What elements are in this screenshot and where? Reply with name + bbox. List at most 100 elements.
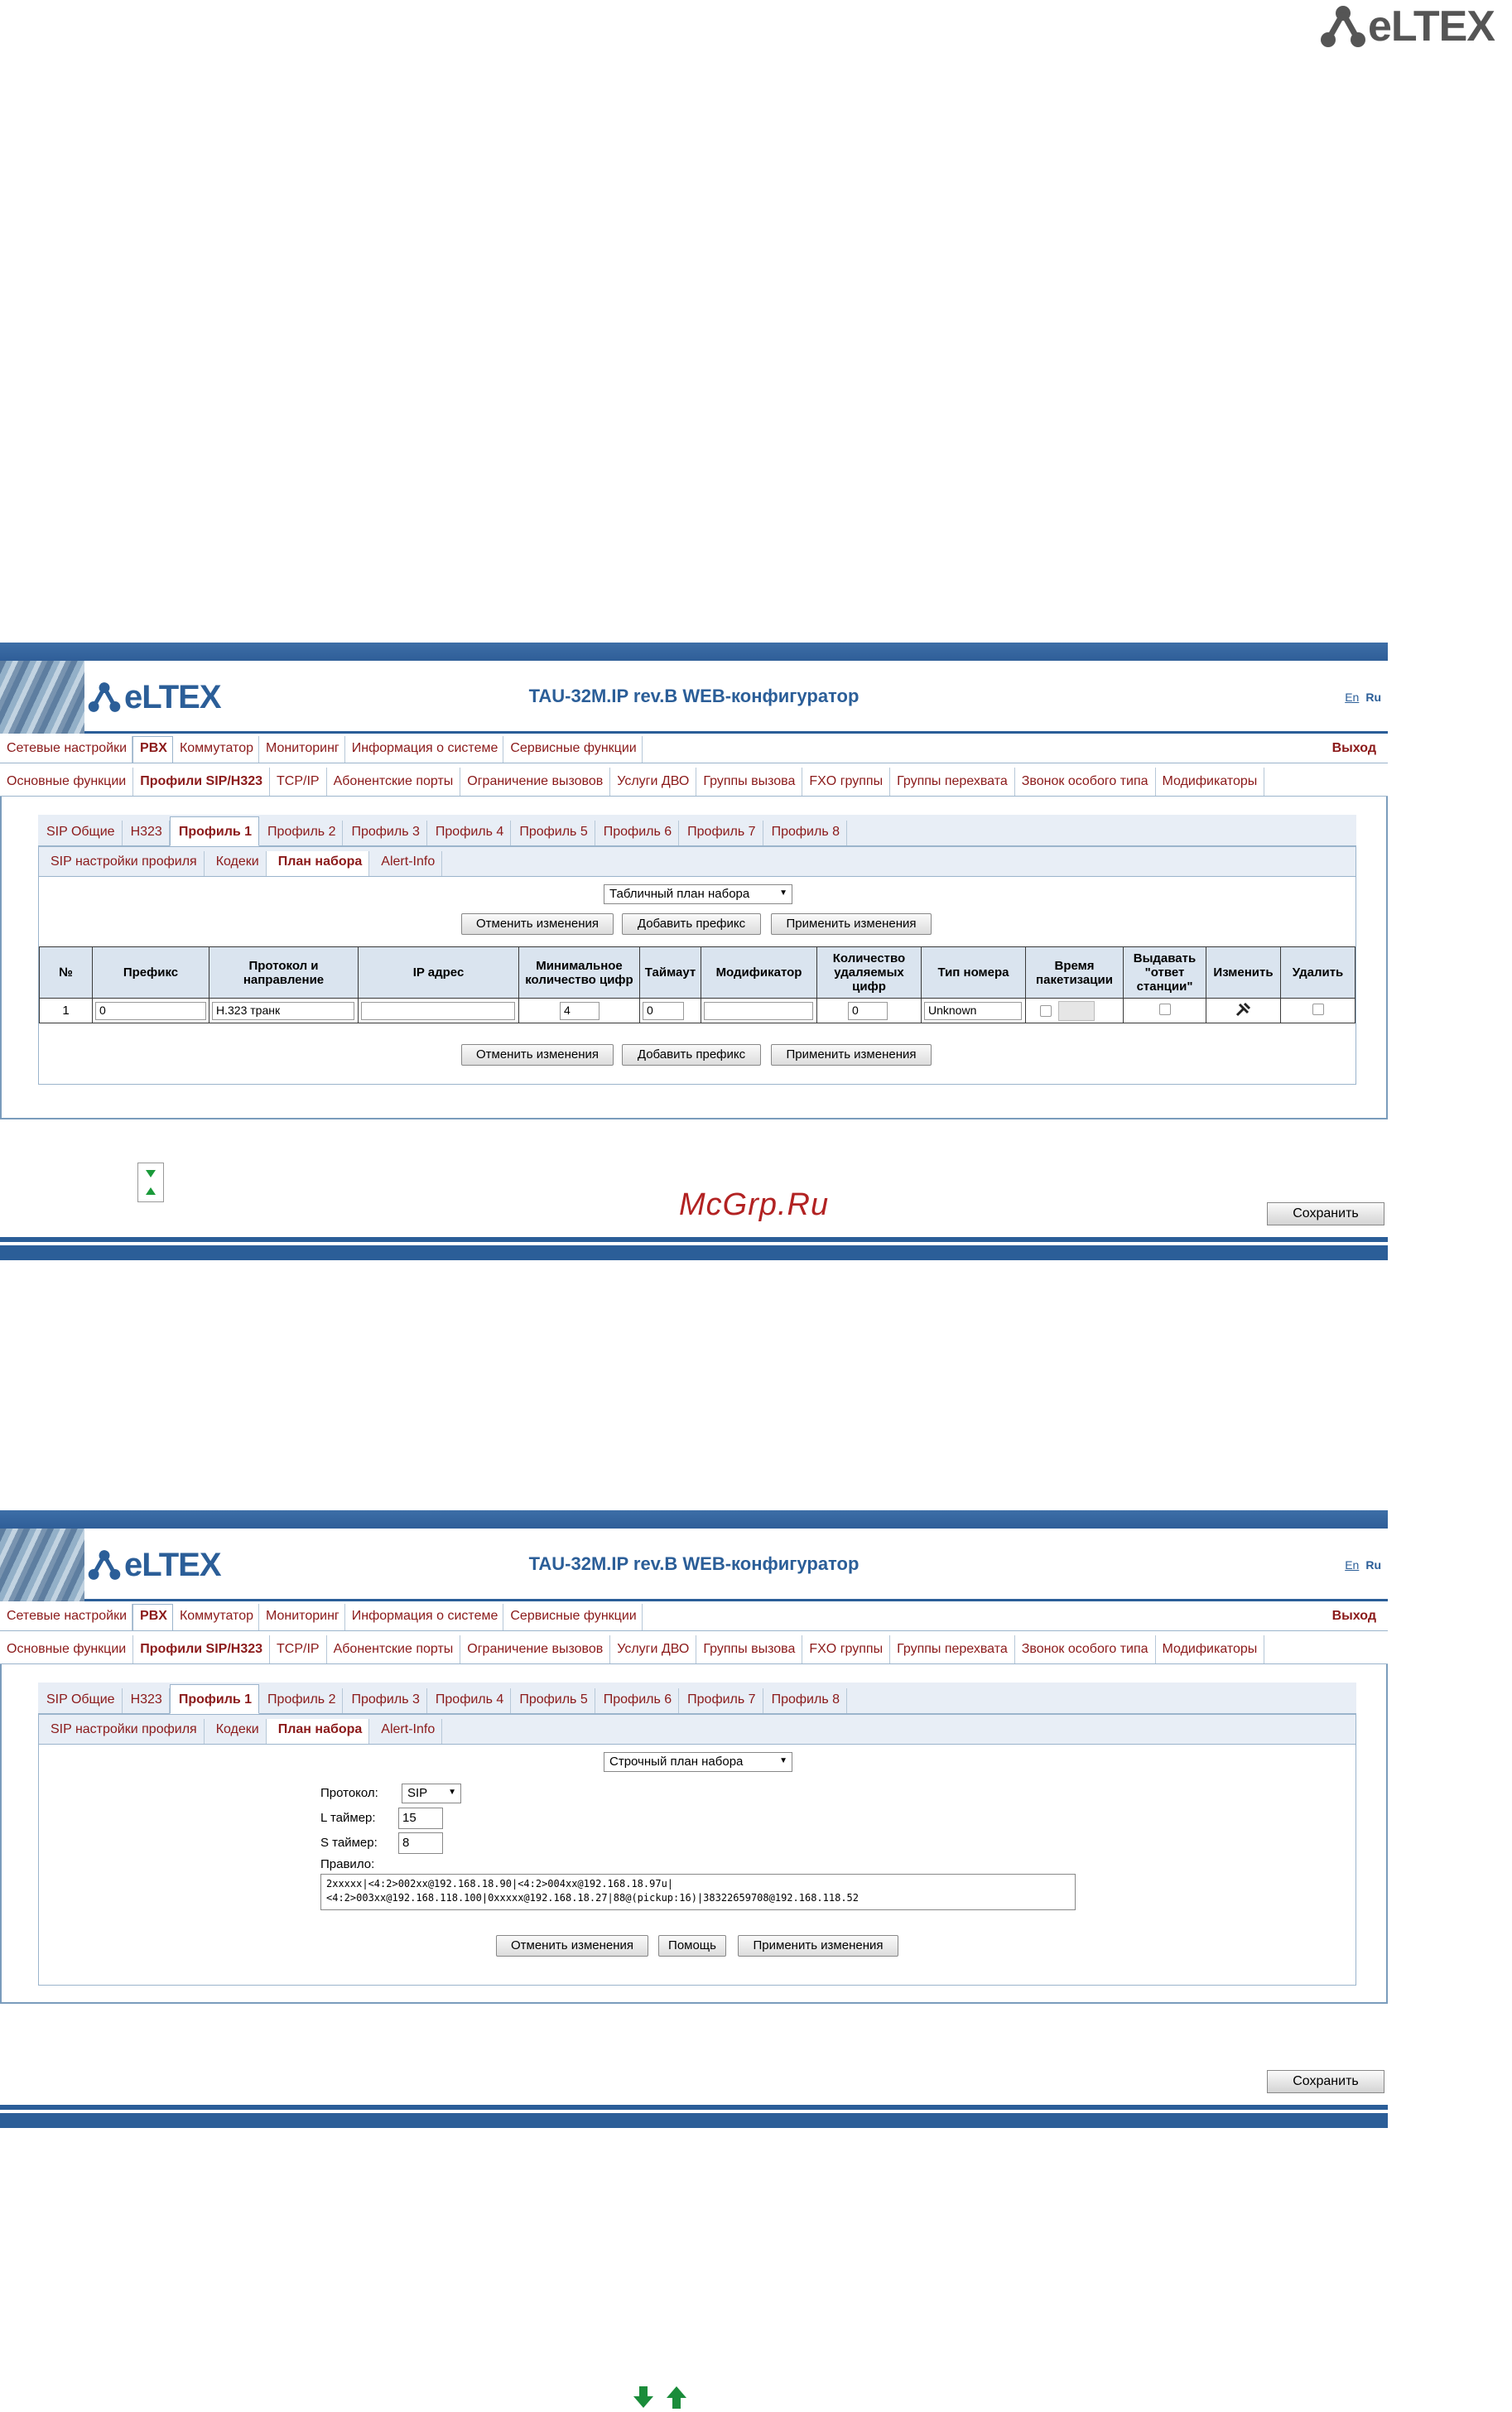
protocol-select[interactable]: SIP (402, 1784, 461, 1803)
packetization-input[interactable] (1058, 1000, 1095, 1021)
save-button[interactable]: Сохранить (1267, 1202, 1384, 1225)
submenu-subscriber-ports[interactable]: Абонентские порты (327, 1635, 461, 1663)
prefix-input[interactable]: 0 (95, 1001, 206, 1020)
submenu-fxo-groups[interactable]: FXO группы (802, 768, 891, 796)
tab-sip-general[interactable]: SIP Общие (38, 821, 123, 845)
tab-profile-4[interactable]: Профиль 4 (427, 1688, 512, 1713)
tab-codecs[interactable]: Кодеки (205, 1719, 267, 1744)
cancel-changes-button[interactable]: Отменить изменения (461, 913, 614, 935)
submenu-modifiers[interactable]: Модификаторы (1156, 1635, 1265, 1663)
cancel-changes-button-bottom[interactable]: Отменить изменения (461, 1044, 614, 1066)
tab-profile-1[interactable]: Профиль 1 (169, 1684, 260, 1714)
apply-changes-button[interactable]: Применить изменения (738, 1935, 898, 1957)
add-prefix-button-bottom[interactable]: Добавить префикс (622, 1044, 761, 1066)
submenu-call-groups[interactable]: Группы вызова (696, 768, 803, 796)
rule-textarea[interactable]: 2xxxxx|<4:2>002xx@192.168.18.90|<4:2>004… (320, 1874, 1076, 1910)
tab-profile-3[interactable]: Профиль 3 (343, 821, 427, 845)
lang-en-link[interactable]: En (1345, 691, 1359, 704)
tab-dial-plan[interactable]: План набора (266, 1719, 370, 1744)
packetization-checkbox[interactable] (1040, 1004, 1052, 1017)
number-type-select[interactable]: Unknown (924, 1001, 1022, 1020)
apply-changes-button[interactable]: Применить изменения (771, 913, 932, 935)
submenu-subscriber-ports[interactable]: Абонентские порты (327, 768, 461, 796)
tab-profile-7[interactable]: Профиль 7 (679, 1688, 763, 1713)
submenu-special-call[interactable]: Звонок особого типа (1015, 1635, 1156, 1663)
tab-alert-info[interactable]: Alert-Info (369, 851, 443, 876)
lang-ru-link[interactable]: Ru (1365, 691, 1381, 704)
tab-dial-plan[interactable]: План набора (266, 851, 370, 876)
nav-up-arrow-icon[interactable] (667, 2386, 686, 2409)
submenu-call-groups[interactable]: Группы вызова (696, 1635, 803, 1663)
menu-network-settings[interactable]: Сетевые настройки (0, 736, 133, 763)
help-button[interactable]: Помощь (658, 1935, 726, 1957)
s-timer-input[interactable]: 8 (398, 1832, 443, 1854)
menu-system-info[interactable]: Информация о системе (345, 736, 504, 763)
delete-checkbox[interactable] (1312, 1003, 1324, 1015)
tab-codecs[interactable]: Кодеки (205, 851, 267, 876)
menu-service-functions[interactable]: Сервисные функции (503, 1604, 643, 1630)
nav-down-arrow-icon[interactable] (633, 2386, 653, 2408)
tab-profile-1[interactable]: Профиль 1 (169, 816, 260, 846)
tab-profile-6[interactable]: Профиль 6 (595, 821, 680, 845)
lang-ru-link[interactable]: Ru (1365, 1558, 1381, 1572)
tab-h323[interactable]: H323 (123, 821, 170, 845)
menu-system-info[interactable]: Информация о системе (345, 1604, 504, 1630)
tab-profile-6[interactable]: Профиль 6 (595, 1688, 680, 1713)
dial-plan-type-select[interactable]: Табличный план набора (604, 884, 792, 904)
timeout-input[interactable]: 0 (643, 1001, 684, 1020)
exit-link[interactable]: Выход (1332, 1609, 1388, 1630)
menu-service-functions[interactable]: Сервисные функции (503, 736, 643, 763)
menu-pbx[interactable]: PBX (132, 1604, 173, 1630)
tab-profile-7[interactable]: Профиль 7 (679, 821, 763, 845)
submenu-modifiers[interactable]: Модификаторы (1156, 768, 1265, 796)
submenu-basic-functions[interactable]: Основные функции (0, 768, 134, 796)
ip-input[interactable] (361, 1001, 515, 1020)
tab-profile-4[interactable]: Профиль 4 (427, 821, 512, 845)
submenu-call-restriction[interactable]: Ограничение вызовов (460, 1635, 611, 1663)
submenu-dvo-services[interactable]: Услуги ДВО (610, 1635, 697, 1663)
menu-switch[interactable]: Коммутатор (173, 1604, 259, 1630)
tab-h323[interactable]: H323 (123, 1688, 170, 1713)
menu-pbx[interactable]: PBX (132, 736, 173, 763)
tab-alert-info[interactable]: Alert-Info (369, 1719, 443, 1744)
modifier-input[interactable] (704, 1001, 813, 1020)
tab-profile-8[interactable]: Профиль 8 (763, 1688, 847, 1713)
submenu-dvo-services[interactable]: Услуги ДВО (610, 768, 697, 796)
dial-plan-type-select[interactable]: Строчный план набора (604, 1752, 792, 1772)
submenu-sip-h323-profiles[interactable]: Профили SIP/H323 (133, 768, 271, 796)
tab-profile-8[interactable]: Профиль 8 (763, 821, 847, 845)
submenu-sip-h323-profiles[interactable]: Профили SIP/H323 (133, 1635, 271, 1663)
tab-profile-5[interactable]: Профиль 5 (511, 1688, 595, 1713)
submenu-pickup-groups[interactable]: Группы перехвата (890, 1635, 1015, 1663)
tab-profile-2[interactable]: Профиль 2 (259, 1688, 344, 1713)
menu-monitoring[interactable]: Мониторинг (259, 736, 345, 763)
submenu-tcp-ip[interactable]: TCP/IP (270, 1635, 327, 1663)
menu-switch[interactable]: Коммутатор (173, 736, 259, 763)
tab-profile-3[interactable]: Профиль 3 (343, 1688, 427, 1713)
tab-sip-profile-settings[interactable]: SIP настройки профиля (39, 1719, 205, 1744)
l-timer-input[interactable]: 15 (398, 1808, 443, 1829)
cancel-changes-button[interactable]: Отменить изменения (496, 1935, 648, 1957)
protocol-select[interactable]: H.323 транк (212, 1001, 354, 1020)
edit-tool-icon[interactable] (1235, 1002, 1253, 1021)
lang-en-link[interactable]: En (1345, 1558, 1359, 1572)
add-prefix-button[interactable]: Добавить префикс (622, 913, 761, 935)
min-digits-input[interactable]: 4 (560, 1001, 600, 1020)
submenu-call-restriction[interactable]: Ограничение вызовов (460, 768, 611, 796)
tab-profile-2[interactable]: Профиль 2 (259, 821, 344, 845)
submenu-tcp-ip[interactable]: TCP/IP (270, 768, 327, 796)
delete-digits-input[interactable]: 0 (848, 1001, 888, 1020)
tab-profile-5[interactable]: Профиль 5 (511, 821, 595, 845)
apply-changes-button-bottom[interactable]: Применить изменения (771, 1044, 932, 1066)
tab-sip-general[interactable]: SIP Общие (38, 1688, 123, 1713)
exit-link[interactable]: Выход (1332, 741, 1388, 763)
submenu-fxo-groups[interactable]: FXO группы (802, 1635, 891, 1663)
save-button[interactable]: Сохранить (1267, 2070, 1384, 2093)
tab-sip-profile-settings[interactable]: SIP настройки профиля (39, 851, 205, 876)
submenu-pickup-groups[interactable]: Группы перехвата (890, 768, 1015, 796)
submenu-special-call[interactable]: Звонок особого типа (1015, 768, 1156, 796)
menu-network-settings[interactable]: Сетевые настройки (0, 1604, 133, 1630)
menu-monitoring[interactable]: Мониторинг (259, 1604, 345, 1630)
scroll-arrows-icon[interactable] (137, 1163, 164, 1202)
station-answer-checkbox[interactable] (1158, 1003, 1171, 1015)
